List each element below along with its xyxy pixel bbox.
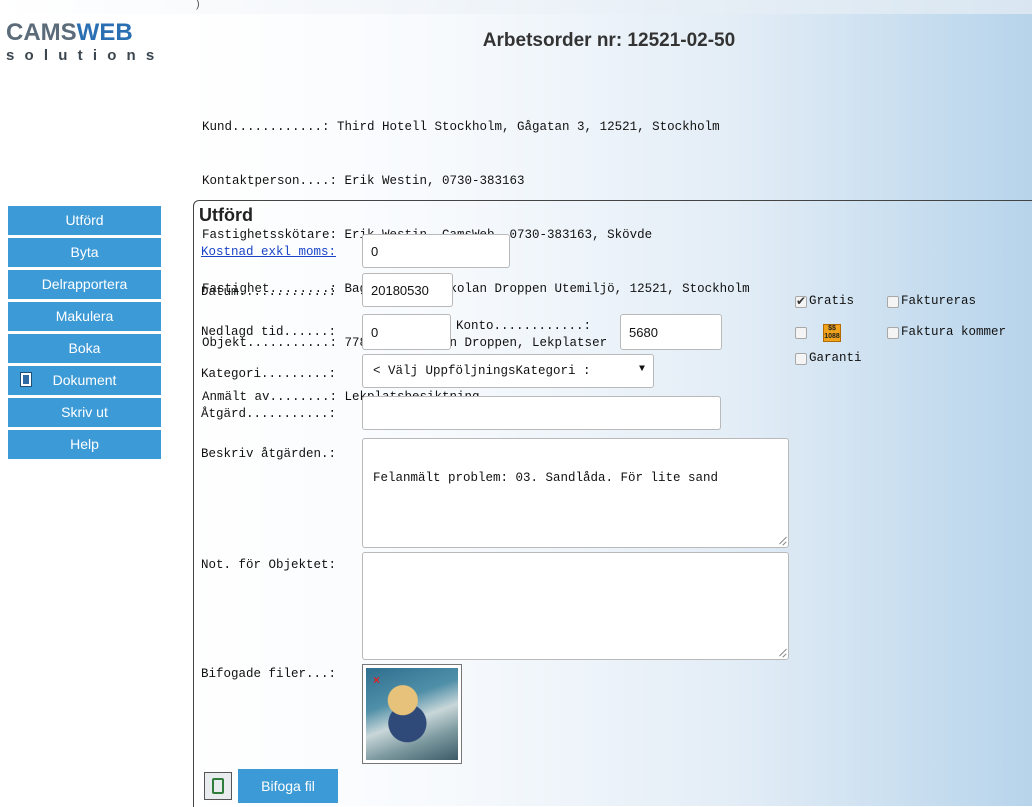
beskriv-text: Felanmält problem: 03. Sandlåda. För lit… <box>373 471 719 485</box>
page-title: Arbetsorder nr: 12521-02-50 <box>482 30 736 51</box>
kostnad-link[interactable]: Kostnad exkl moms: <box>201 245 336 259</box>
attachment-thumbnail[interactable]: × <box>362 664 462 764</box>
bifoga-fil-button[interactable]: Bifoga fil <box>238 769 338 803</box>
konto-label: Konto............: <box>456 319 592 333</box>
nedlagd-tid-input[interactable]: 0 <box>362 314 451 350</box>
resize-grip-icon[interactable] <box>778 649 786 657</box>
clipboard-icon[interactable] <box>204 772 232 800</box>
top-mark: ) <box>196 0 200 10</box>
top-strip: ) <box>0 0 1032 14</box>
price-checkbox[interactable] <box>795 327 807 339</box>
kategori-selected-value: < Välj UppföljningsKategori : <box>373 364 591 378</box>
konto-input[interactable]: 5680 <box>620 314 722 350</box>
bifogade-label: Bifogade filer...: <box>201 667 337 681</box>
sidebar-nav: Utförd Byta Delrapportera Makulera Boka … <box>8 206 161 462</box>
faktureras-checkbox[interactable] <box>887 296 899 308</box>
atgard-label: Åtgärd...........: <box>201 407 337 421</box>
chevron-down-icon: ▼ <box>638 364 645 375</box>
sidebar-item-help[interactable]: Help <box>8 430 161 459</box>
datum-label: Datum............: <box>201 285 337 299</box>
gratis-label: Gratis <box>809 294 855 308</box>
nedlagd-tid-label: Nedlagd tid......: <box>201 325 337 339</box>
delete-attachment-icon[interactable]: × <box>373 673 380 687</box>
logo-tagline: solutions <box>6 47 165 64</box>
logo: CAMSWEB solutions <box>6 20 186 70</box>
form-title: Utförd <box>199 205 253 225</box>
sidebar-item-makulera[interactable]: Makulera <box>8 302 161 331</box>
not-objekt-textarea[interactable] <box>362 552 789 660</box>
not-objekt-label: Not. för Objektet: <box>201 558 337 572</box>
faktura-kommer-label: Faktura kommer <box>901 325 1007 339</box>
kategori-label: Kategori.........: <box>201 367 337 381</box>
sidebar-item-skriv-ut[interactable]: Skriv ut <box>8 398 161 427</box>
logo-wordmark: CAMSWEB <box>6 19 133 46</box>
sidebar-item-boka[interactable]: Boka <box>8 334 161 363</box>
beskriv-label: Beskriv åtgärden.: <box>201 447 337 461</box>
garanti-label: Garanti <box>809 351 862 365</box>
info-kontaktperson: Kontaktperson....: Erik Westin, 0730-383… <box>202 174 525 188</box>
sidebar-item-dokument[interactable]: Dokument <box>8 366 161 395</box>
price-tag-icon: $$ 1088 <box>823 324 841 342</box>
sidebar-item-byta[interactable]: Byta <box>8 238 161 267</box>
kategori-select[interactable]: < Välj UppföljningsKategori : ▼ <box>362 354 654 388</box>
beskriv-textarea[interactable]: Felanmält problem: 03. Sandlåda. För lit… <box>362 438 789 548</box>
garanti-checkbox[interactable] <box>795 353 807 365</box>
kostnad-input[interactable]: 0 <box>362 234 510 268</box>
sidebar-item-utford[interactable]: Utförd <box>8 206 161 235</box>
faktureras-label: Faktureras <box>901 294 977 308</box>
faktura-kommer-checkbox[interactable] <box>887 327 899 339</box>
atgard-input[interactable] <box>362 396 721 430</box>
gratis-checkbox[interactable] <box>795 294 807 308</box>
resize-grip-icon[interactable] <box>778 537 786 545</box>
datum-input[interactable]: 20180530 <box>362 273 453 307</box>
sidebar-item-delrapportera[interactable]: Delrapportera <box>8 270 161 299</box>
sidebar-item-label: Dokument <box>52 372 117 388</box>
document-icon <box>20 372 32 387</box>
info-kund: Kund............: Third Hotell Stockholm… <box>202 120 720 134</box>
